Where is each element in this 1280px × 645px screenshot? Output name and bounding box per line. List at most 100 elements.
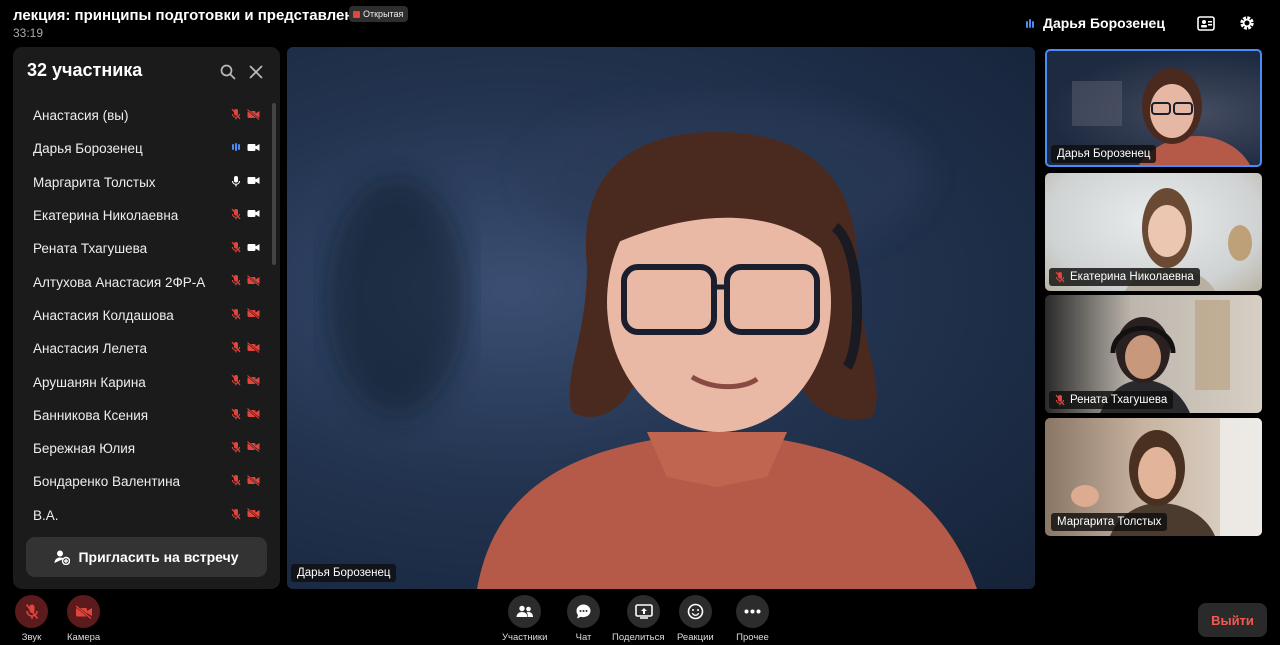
mic-muted-icon [231, 375, 241, 386]
camera-button-circle[interactable] [67, 595, 101, 628]
scrollbar[interactable] [272, 103, 276, 265]
participants-button-circle[interactable] [508, 595, 542, 628]
speaker-video-image [327, 97, 977, 589]
main-video-name: Дарья Борозенец [297, 567, 391, 579]
speaking-indicator-icon [1026, 18, 1034, 28]
participant-name: Бережная Юлия [33, 441, 136, 457]
chat-label: Чат [575, 632, 592, 643]
participants-label: Участники [502, 632, 548, 643]
camera-icon [247, 177, 260, 185]
participant-row[interactable]: Арушанян Карина [13, 365, 275, 398]
camera-off-icon [247, 474, 260, 486]
reactions-button-circle[interactable] [678, 595, 712, 628]
tile-name-label: Дарья Борозенец [1051, 145, 1157, 163]
participant-status [231, 374, 260, 386]
mic-icon [231, 175, 241, 187]
participant-name: Анастасия Лелета [33, 341, 148, 357]
reactions-button[interactable]: Реакции [677, 595, 714, 643]
camera-button[interactable]: Камера [67, 595, 100, 643]
more-button-circle[interactable] [736, 595, 769, 628]
participant-status [231, 274, 260, 286]
mic-muted-icon [231, 474, 241, 486]
top-bar: лекция: принципы подготовки и представле… [0, 0, 1280, 46]
camera-off-icon [247, 441, 260, 453]
close-panel-button[interactable] [247, 63, 267, 83]
chat-button[interactable]: Чат [567, 595, 600, 643]
tile-name-label: Маргарита Толстых [1051, 513, 1168, 531]
meeting-timer: 33:19 [13, 26, 44, 40]
mic-muted-icon [231, 508, 241, 520]
search-icon [220, 64, 236, 80]
exit-button[interactable]: Выйти [1198, 603, 1267, 637]
participant-row[interactable]: Бережная Юлия [13, 432, 275, 465]
camera-label: Камера [67, 632, 101, 643]
tile-name: Дарья Борозенец [1057, 148, 1151, 160]
speaking-indicator-icon [232, 143, 240, 152]
share-button-circle[interactable] [627, 595, 661, 628]
tile-name: Рената Тхагушева [1070, 394, 1168, 406]
mic-muted-icon [231, 275, 241, 286]
mic-muted-icon [231, 308, 241, 320]
more-button[interactable]: Прочее [736, 595, 769, 643]
active-speaker-name: Дарья Борозенец [1043, 15, 1165, 31]
participant-row[interactable]: Дарья Борозенец [13, 132, 275, 165]
participant-name: Бондаренко Валентина [33, 474, 181, 490]
layout-button[interactable] [1195, 12, 1217, 34]
search-button[interactable] [219, 63, 239, 83]
add-user-icon [54, 550, 71, 565]
participant-name: Екатерина Николаевна [33, 208, 179, 224]
mic-muted-icon [231, 208, 241, 220]
more-label: Прочее [736, 632, 769, 643]
camera-icon [247, 210, 260, 218]
participant-row[interactable]: Маргарита Толстых [13, 166, 275, 199]
participant-name: Маргарита Толстых [33, 174, 156, 190]
share-button[interactable]: Поделиться [612, 595, 664, 643]
mic-muted-icon [231, 241, 241, 253]
participant-status [231, 108, 260, 120]
invite-button[interactable]: Пригласить на встречу [26, 537, 267, 577]
participant-name: Банникова Ксения [33, 407, 149, 423]
camera-off-icon [74, 604, 92, 619]
settings-button[interactable] [1236, 12, 1258, 34]
tile-name-label: Рената Тхагушева [1049, 391, 1174, 409]
participant-status [231, 241, 260, 253]
participant-row[interactable]: Алтухова Анастасия 2ФР-А [13, 265, 275, 298]
participant-row[interactable]: Анастасия Лелета [13, 332, 275, 365]
camera-off-icon [247, 308, 260, 320]
chat-button-circle[interactable] [567, 595, 600, 628]
camera-icon [247, 143, 260, 151]
main-video-name-label: Дарья Борозенец [291, 564, 397, 582]
lock-icon [353, 10, 360, 18]
mic-muted-icon [231, 441, 241, 453]
participants-button[interactable]: Участники [502, 595, 547, 643]
participant-name: Анастасия Колдашова [33, 307, 174, 323]
participant-row[interactable]: Рената Тхагушева [13, 232, 275, 265]
mic-muted-icon [231, 408, 241, 420]
participant-row[interactable]: Бондаренко Валентина [13, 465, 275, 498]
tile-name: Екатерина Николаевна [1070, 271, 1194, 283]
sound-button-circle[interactable] [15, 595, 48, 628]
status-badge: Открытая [349, 6, 409, 22]
active-speaker: Дарья Борозенец [1026, 15, 1165, 31]
layout-icon [1197, 15, 1215, 31]
mic-muted-icon [25, 604, 38, 619]
participant-row[interactable]: В.А. [13, 499, 275, 532]
camera-icon [247, 243, 260, 251]
main-video[interactable]: Дарья Борозенец [287, 47, 1035, 589]
sound-button[interactable]: Звук [15, 595, 48, 643]
camera-off-icon [247, 508, 260, 520]
participant-row[interactable]: Екатерина Николаевна [13, 199, 275, 232]
chat-icon [576, 604, 591, 619]
meeting-title: лекция: принципы подготовки и представле… [13, 7, 376, 24]
more-icon [744, 609, 761, 614]
camera-off-icon [247, 274, 260, 286]
participant-row[interactable]: Банникова Ксения [13, 399, 275, 432]
participant-row[interactable]: Анастасия (вы) [13, 99, 275, 132]
status-badge-label: Открытая [363, 9, 404, 19]
participant-status [231, 508, 260, 520]
share-label: Поделиться [612, 632, 665, 643]
participant-status [231, 474, 260, 486]
participant-row[interactable]: Анастасия Колдашова [13, 299, 275, 332]
reactions-label: Реакции [677, 632, 714, 643]
participant-status [231, 341, 260, 353]
